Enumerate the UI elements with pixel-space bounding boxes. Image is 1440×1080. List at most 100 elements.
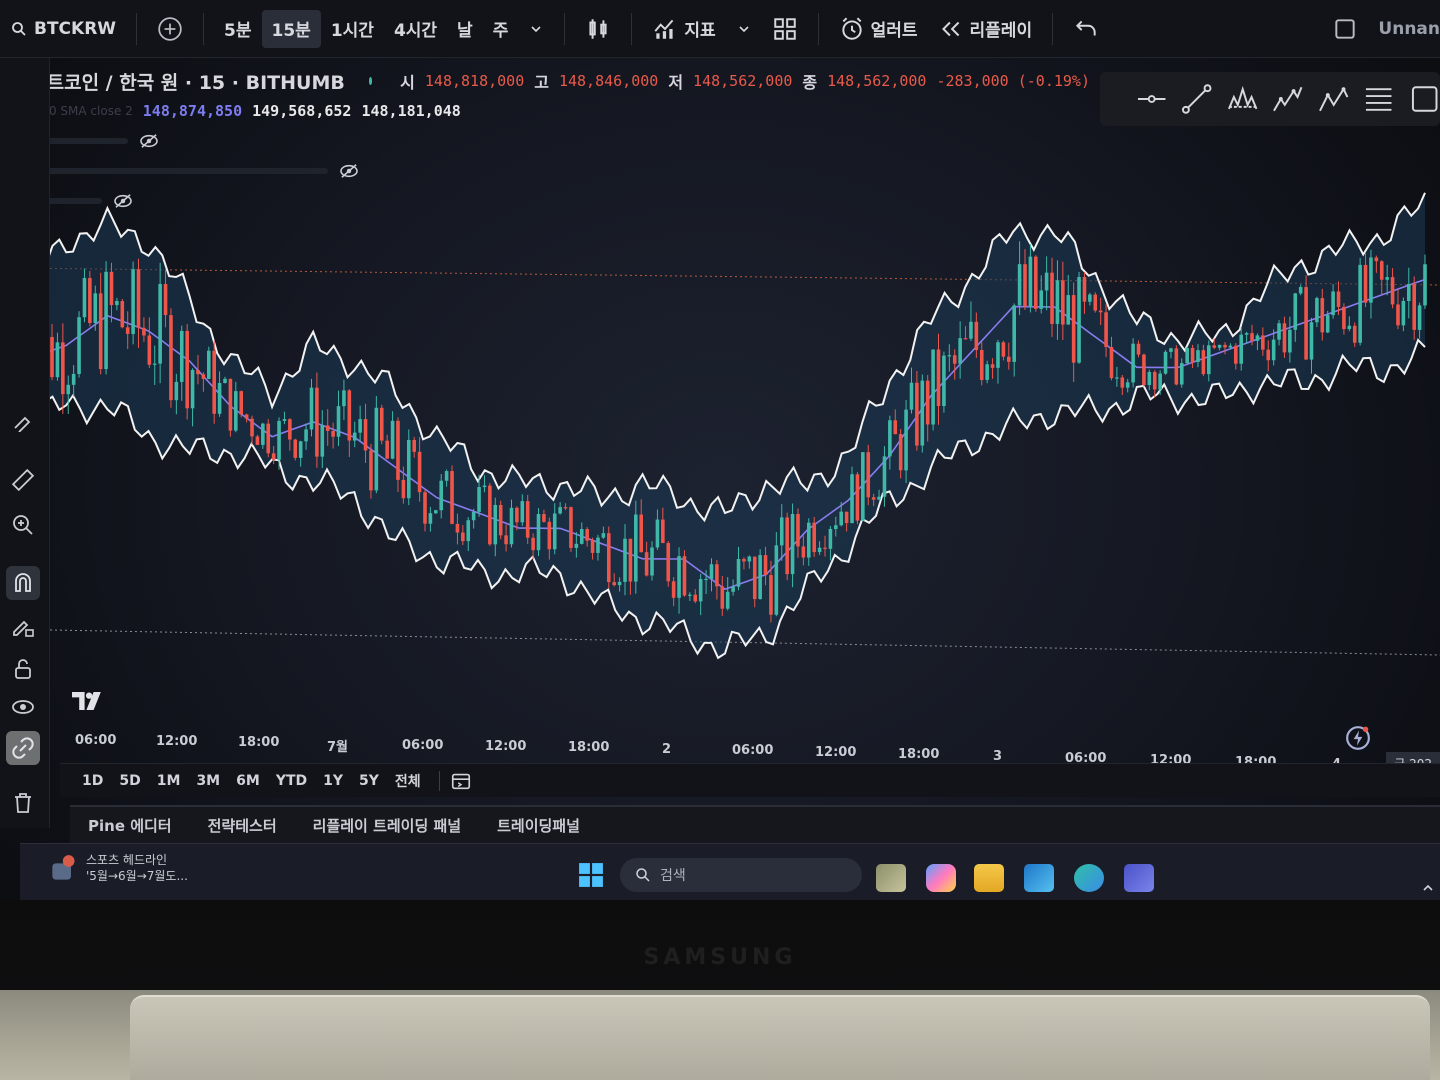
outlook-icon[interactable] xyxy=(1024,864,1054,892)
candle-body xyxy=(1066,295,1071,325)
candle-body xyxy=(336,406,341,437)
collapse-legend-button[interactable] xyxy=(10,216,1090,232)
replay-button[interactable]: 리플레이 xyxy=(928,16,1043,42)
replay-speed-icon[interactable] xyxy=(1345,725,1371,751)
chevron-up-icon[interactable] xyxy=(1420,880,1436,896)
undo-button[interactable] xyxy=(1063,16,1109,42)
candle-body xyxy=(779,517,784,546)
time-tick: 18:00 xyxy=(568,740,610,755)
eye-hidden-icon[interactable] xyxy=(338,163,360,179)
alert-button[interactable]: 얼러트 xyxy=(829,16,928,42)
teams-icon[interactable] xyxy=(1124,864,1154,892)
candle-body xyxy=(979,350,984,380)
taskbar-search[interactable]: 검색 xyxy=(620,858,862,892)
fullscreen-button[interactable] xyxy=(1322,16,1368,42)
head-shoulders-tool-icon[interactable] xyxy=(1227,82,1258,116)
tab-trading-panel[interactable]: 트레이딩패널 xyxy=(479,815,598,836)
symbol-search[interactable]: BTCKRW xyxy=(0,19,126,39)
eye-hidden-icon[interactable] xyxy=(138,133,160,149)
sidebar-lock-drawings[interactable] xyxy=(6,610,40,644)
undo-icon xyxy=(1076,20,1096,35)
candle-body xyxy=(650,547,654,576)
abcd-pattern-tool-icon[interactable] xyxy=(1318,82,1349,116)
candle-body xyxy=(174,381,179,401)
eye-hidden-icon[interactable] xyxy=(112,193,134,209)
range-1y[interactable]: 1Y xyxy=(315,773,351,789)
candle-body xyxy=(71,373,76,385)
layout-button[interactable] xyxy=(762,16,808,42)
copilot-icon[interactable] xyxy=(926,864,956,892)
candle-body xyxy=(1093,294,1098,311)
candle-body xyxy=(1012,305,1016,362)
news-widget[interactable]: 스포츠 헤드라인 '5월→6월→7월도... xyxy=(50,852,188,884)
range-1m[interactable]: 1M xyxy=(149,773,189,789)
candle-body xyxy=(223,378,227,383)
candle-body xyxy=(925,380,930,425)
interval-day[interactable]: 날 xyxy=(447,16,483,41)
sidebar-delete[interactable] xyxy=(6,786,40,820)
file-explorer-icon[interactable] xyxy=(974,864,1004,892)
layout-name[interactable]: Unnan xyxy=(1368,19,1440,39)
compare-button[interactable] xyxy=(147,16,193,42)
tab-pine-editor[interactable]: Pine 에디터 xyxy=(70,815,190,836)
candle-body xyxy=(579,529,584,544)
candle-body xyxy=(1077,276,1081,363)
range-3m[interactable]: 3M xyxy=(188,773,228,789)
candle-body xyxy=(1342,306,1346,330)
more-tools-icon[interactable] xyxy=(1409,82,1440,116)
sidebar-measure[interactable] xyxy=(6,463,40,497)
candle-body xyxy=(509,507,514,545)
candle-body xyxy=(298,441,303,458)
candle-body xyxy=(374,407,379,491)
windows-start-icon[interactable] xyxy=(578,862,604,888)
hidden-indicator-row[interactable] xyxy=(10,186,1090,216)
task-view-icon[interactable] xyxy=(876,864,906,892)
horizontal-line-tool-icon[interactable] xyxy=(1136,82,1167,116)
fib-retracement-tool-icon[interactable] xyxy=(1363,82,1394,116)
interval-5m[interactable]: 5분 xyxy=(214,16,261,41)
sidebar-magnet[interactable] xyxy=(6,566,40,600)
interval-1h[interactable]: 1시간 xyxy=(321,16,384,41)
candle-body xyxy=(947,355,952,357)
time-tick: 12:00 xyxy=(815,745,857,760)
candle-body xyxy=(234,391,238,431)
range-all[interactable]: 전체 xyxy=(387,771,429,791)
interval-week[interactable]: 주 xyxy=(483,16,519,41)
sidebar-tool-1[interactable] xyxy=(6,403,40,437)
indicators-button[interactable]: 지표 xyxy=(642,16,725,42)
range-6m[interactable]: 6M xyxy=(228,773,268,789)
hidden-indicator-row[interactable] xyxy=(10,156,1090,186)
candle-body xyxy=(898,434,903,471)
change-value: -283,000 (-0.19%) xyxy=(936,72,1090,90)
tab-replay-trading-panel[interactable]: 리플레이 트레이딩 패널 xyxy=(295,815,479,836)
range-5y[interactable]: 5Y xyxy=(351,773,387,789)
elliott-wave-tool-icon[interactable] xyxy=(1272,82,1303,116)
tab-strategy-tester[interactable]: 전략테스터 xyxy=(190,815,295,836)
interval-15m[interactable]: 15분 xyxy=(261,9,321,48)
candle-body xyxy=(1071,295,1076,363)
candle-body xyxy=(1288,329,1292,353)
hidden-indicator-row[interactable] xyxy=(10,126,1090,156)
candle-body xyxy=(125,327,130,334)
sidebar-lock[interactable] xyxy=(6,652,40,686)
sidebar-link[interactable] xyxy=(6,731,40,765)
edge-icon[interactable] xyxy=(1074,864,1104,892)
go-to-date-icon[interactable] xyxy=(450,770,472,792)
range-1d[interactable]: 1D xyxy=(74,773,111,789)
candle-body xyxy=(1255,335,1260,341)
candle-body xyxy=(1315,298,1319,323)
candle-body xyxy=(66,384,71,395)
interval-dropdown[interactable] xyxy=(518,21,554,37)
candle-body xyxy=(261,423,265,445)
range-ytd[interactable]: YTD xyxy=(268,773,315,789)
sidebar-visibility[interactable] xyxy=(6,690,40,724)
interval-4h[interactable]: 4시간 xyxy=(384,16,447,41)
chart-type-button[interactable] xyxy=(575,16,621,42)
trend-line-tool-icon[interactable] xyxy=(1181,82,1212,116)
candle-body xyxy=(1104,312,1108,348)
candle-body xyxy=(1406,283,1411,301)
indicators-dropdown[interactable] xyxy=(726,21,762,37)
bb-row[interactable]: BB 20 SMA close 2 148,874,850 149,568,65… xyxy=(10,96,1090,126)
sidebar-zoom[interactable] xyxy=(6,508,40,542)
range-5d[interactable]: 5D xyxy=(111,773,148,789)
